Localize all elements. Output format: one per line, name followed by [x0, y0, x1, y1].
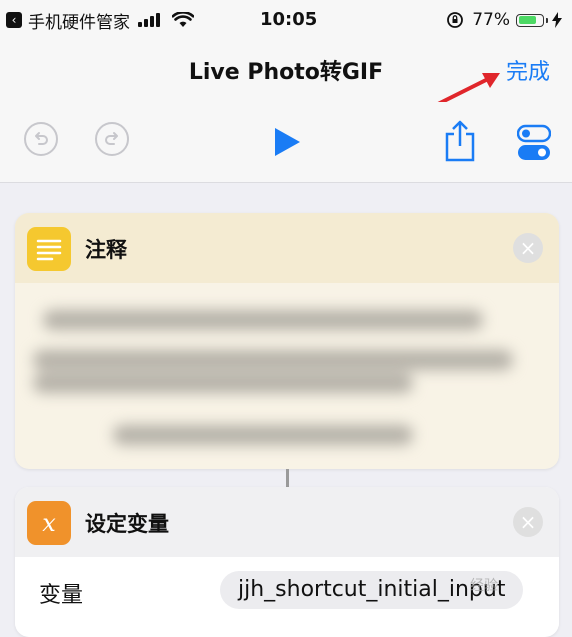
variable-label: 变量 [39, 583, 84, 608]
svg-text:x: x [42, 509, 56, 537]
charging-bolt-icon [552, 12, 562, 28]
settings-button[interactable] [516, 124, 552, 166]
comment-card-title: 注释 [85, 238, 127, 262]
action-connector [286, 469, 289, 487]
status-bar: ‹ 手机硬件管家 10:05 77% [0, 0, 572, 40]
status-left: ‹ 手机硬件管家 [6, 8, 194, 33]
status-right: 77% [446, 8, 562, 32]
play-icon [275, 128, 300, 156]
toggle-settings-icon [516, 124, 552, 160]
share-icon [445, 120, 475, 162]
set-variable-card-title: 设定变量 [85, 512, 169, 536]
battery-icon [516, 13, 544, 27]
battery-fill [518, 16, 537, 24]
battery-percent: 77% [472, 10, 510, 30]
battery-cap [546, 17, 548, 23]
set-variable-action-card[interactable]: x 设定变量 × 变量 jjh_shortcut_initial_input [15, 487, 559, 637]
undo-button[interactable] [24, 122, 58, 156]
back-app-name[interactable]: 手机硬件管家 [28, 8, 130, 33]
share-button[interactable] [444, 120, 476, 166]
redo-button[interactable] [95, 122, 129, 156]
variable-x-icon: x [27, 501, 71, 545]
remove-set-variable-button[interactable]: × [513, 507, 543, 537]
comment-action-card[interactable]: 注释 × [15, 213, 559, 469]
undo-icon [35, 132, 48, 145]
remove-comment-button[interactable]: × [513, 233, 543, 263]
wifi-icon [172, 12, 194, 27]
set-variable-card-header: x 设定变量 × [15, 487, 559, 557]
back-to-app-icon[interactable]: ‹ [6, 12, 22, 28]
done-button[interactable]: 完成 [506, 54, 550, 86]
text-lines-icon [27, 227, 71, 271]
status-time: 10:05 [260, 9, 318, 30]
editor-toolbar [0, 102, 572, 183]
redo-icon [105, 132, 118, 145]
orientation-lock-icon [447, 12, 464, 28]
watermark: 经验 [470, 578, 498, 594]
run-button[interactable] [272, 126, 302, 162]
blurred-comment-text [33, 295, 513, 455]
cellular-signal-icon [138, 13, 162, 27]
comment-card-header: 注释 × [15, 213, 559, 283]
